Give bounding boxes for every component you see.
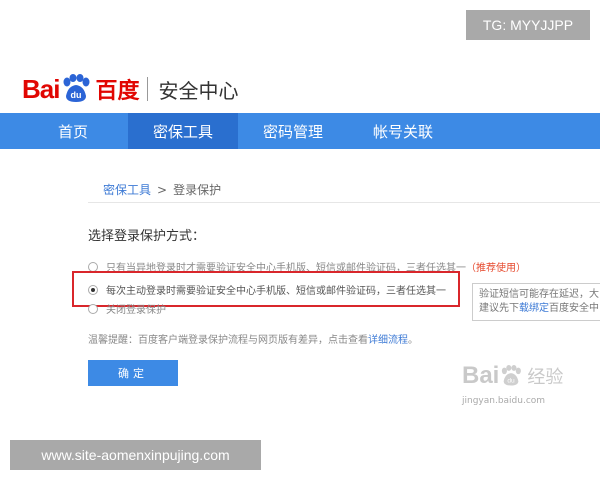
- page-title: 安全中心: [158, 78, 239, 103]
- tip-download-link[interactable]: 载绑定: [519, 303, 549, 314]
- tab-home[interactable]: 首页: [18, 113, 128, 149]
- radio-remote-login[interactable]: [88, 261, 98, 272]
- section-title: 选择登录保护方式：: [88, 229, 206, 244]
- jingyan-watermark-logo: Bai du 经验: [462, 362, 564, 389]
- tip-line1: 验证短信可能存在延迟，大: [479, 289, 599, 300]
- option-every-login[interactable]: 每次主动登录时需要验证安全中心手机版、短信或邮件验证码，三者任选其一: [88, 282, 446, 297]
- svg-text:du: du: [508, 378, 516, 385]
- logo-chinese: 百度: [95, 79, 140, 104]
- main-nav: 首页 密保工具 密码管理 帐号关联: [0, 113, 600, 149]
- tip-line2: 建议先下载绑定百度安全中: [479, 303, 599, 314]
- tab-security-tools[interactable]: 密保工具: [128, 113, 238, 149]
- breadcrumb-parent[interactable]: 密保工具: [103, 181, 151, 198]
- tip-box: 验证短信可能存在延迟，大 建议先下载绑定百度安全中: [472, 283, 600, 321]
- svg-text:du: du: [71, 90, 82, 100]
- paw-icon: du: [502, 365, 522, 386]
- reminder-text: 温馨提醒：百度客户端登录保护流程与网页版有差异，点击查看详细流程。: [88, 335, 418, 346]
- breadcrumb: 密保工具 > 登录保护: [88, 177, 600, 203]
- watermark-top: TG: MYYJJPP: [466, 10, 590, 40]
- breadcrumb-current: 登录保护: [173, 183, 222, 197]
- option-label: 关闭登录保护: [106, 305, 166, 316]
- jingyan-watermark-url: jingyan.baidu.com: [462, 396, 546, 406]
- logo-divider: [147, 77, 149, 101]
- details-link[interactable]: 详细流程: [368, 335, 408, 346]
- paw-icon: du: [60, 74, 92, 104]
- logo-latin: Bai: [22, 73, 60, 104]
- recommended-note: （推荐使用）: [466, 263, 526, 274]
- option-label: 每次主动登录时需要验证安全中心手机版、短信或邮件验证码，三者任选其一: [106, 286, 446, 297]
- breadcrumb-separator: >: [157, 182, 168, 197]
- radio-disable[interactable]: [88, 303, 98, 314]
- baidu-logo[interactable]: Bai du 百度 安全中心: [22, 72, 238, 106]
- tab-account-link[interactable]: 帐号关联: [348, 113, 458, 149]
- watermark-bottom: www.site-aomenxinpujing.com: [10, 440, 261, 470]
- radio-every-login[interactable]: [88, 284, 98, 295]
- confirm-button[interactable]: 确定: [88, 360, 178, 386]
- tab-password-management[interactable]: 密码管理: [238, 113, 348, 149]
- option-disable[interactable]: 关闭登录保护: [88, 301, 166, 316]
